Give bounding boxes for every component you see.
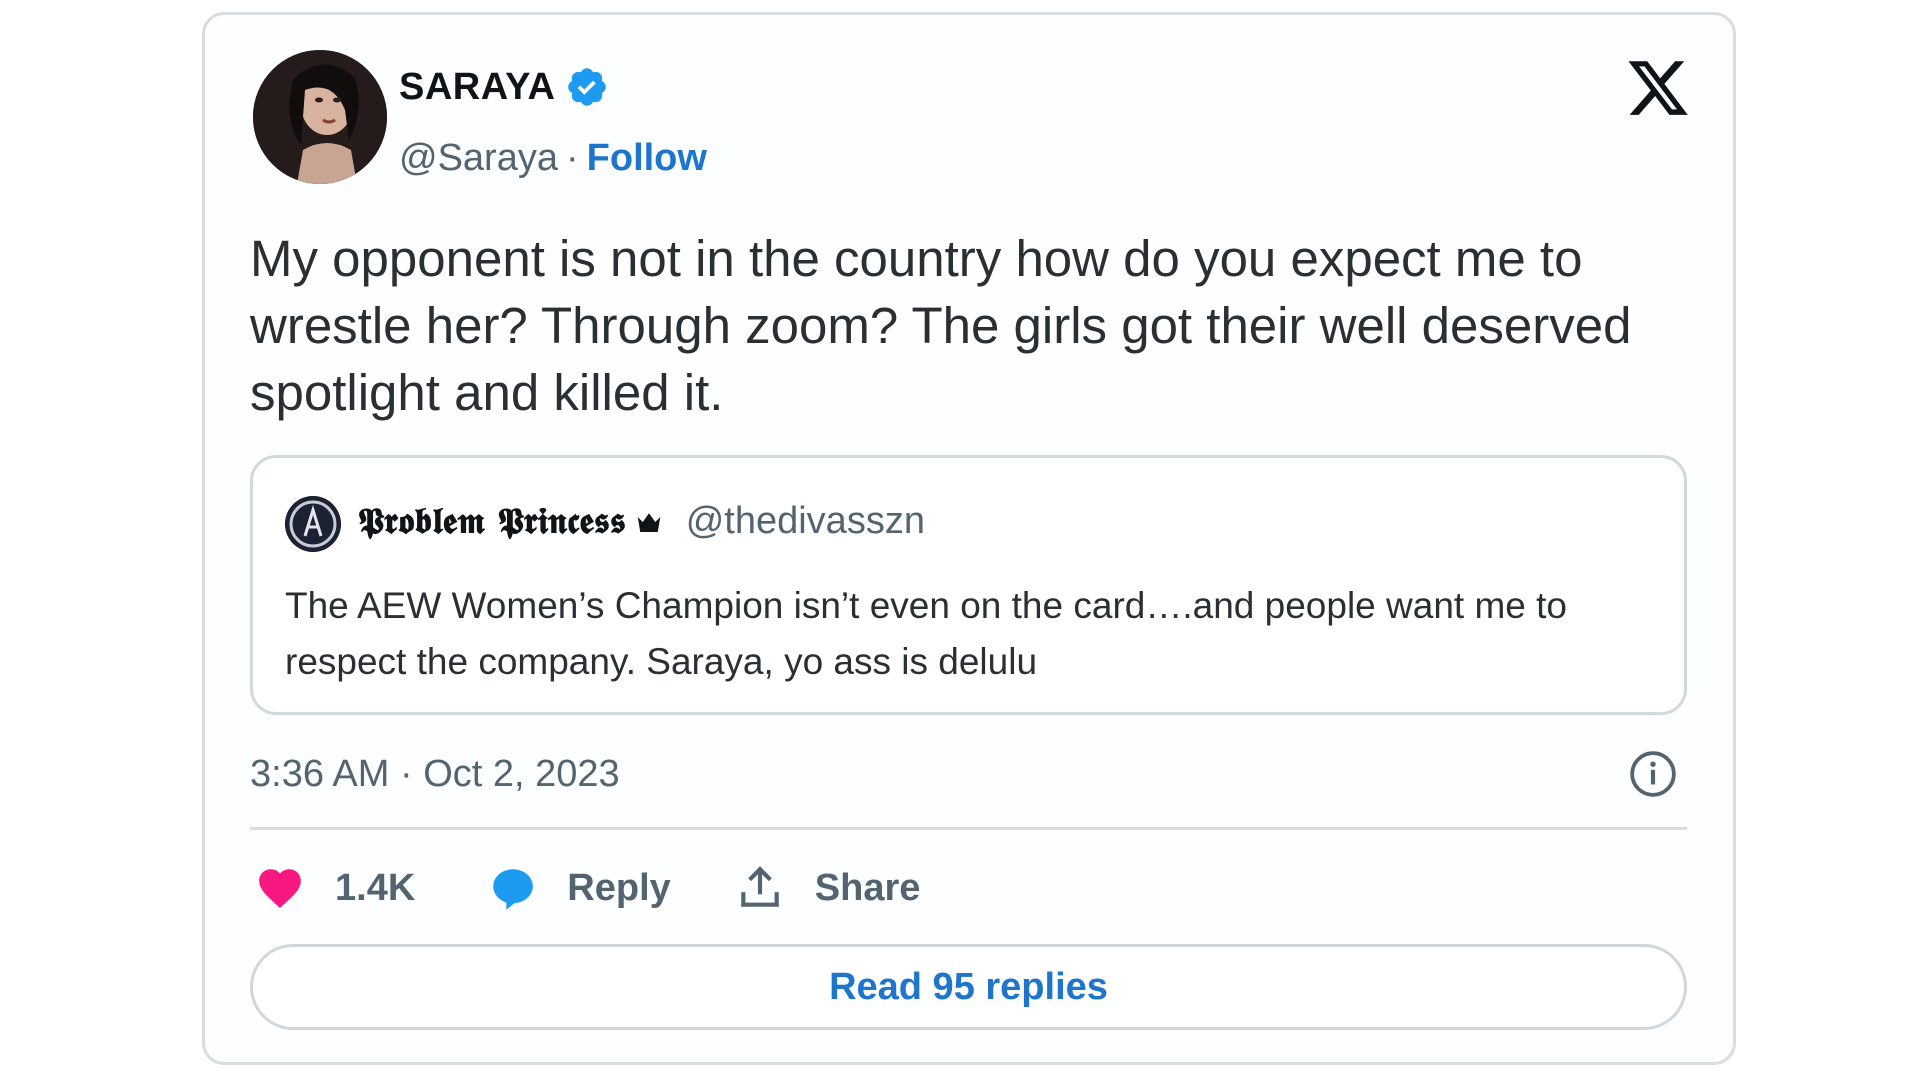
like-count: 1.4K — [335, 866, 416, 909]
share-icon — [741, 866, 779, 907]
reply-button[interactable]: Reply — [487, 863, 671, 913]
info-icon[interactable] — [1628, 749, 1678, 799]
share-button[interactable]: Share — [735, 863, 921, 913]
author-handle[interactable]: @Saraya — [399, 137, 558, 180]
quoted-author-avatar[interactable] — [285, 496, 341, 552]
heart-icon — [259, 869, 301, 908]
handle-separator: · — [565, 137, 579, 179]
divider — [250, 827, 1687, 830]
quoted-handle[interactable]: @thedivasszn — [686, 500, 925, 543]
tweet-text: My opponent is not in the country how do… — [250, 230, 1632, 421]
author-display-name[interactable]: SARAYA — [399, 66, 555, 109]
quoted-display-name[interactable]: 𝕻𝖗𝖔𝖇𝖑𝖊𝖒 𝕻𝖗𝖎𝖓𝖈𝖊𝖘𝖘 — [358, 500, 626, 543]
quoted-text: The AEW Women’s Champion isn’t even on t… — [285, 585, 1567, 682]
tweet-timestamp[interactable]: 3:36 AM · Oct 2, 2023 — [250, 753, 620, 796]
author-avatar[interactable] — [253, 50, 387, 184]
quoted-tweet[interactable]: 𝕻𝖗𝖔𝖇𝖑𝖊𝖒 𝕻𝖗𝖎𝖓𝖈𝖊𝖘𝖘 @thedivasszn The AEW Wo… — [250, 455, 1687, 715]
share-label: Share — [814, 866, 921, 909]
x-logo-icon[interactable] — [1623, 55, 1693, 121]
action-bar: 1.4K Reply Share — [255, 858, 920, 918]
follow-button[interactable]: Follow — [587, 137, 707, 180]
quoted-header: 𝕻𝖗𝖔𝖇𝖑𝖊𝖒 𝕻𝖗𝖎𝖓𝖈𝖊𝖘𝖘 @thedivasszn — [358, 500, 925, 543]
crown-icon — [637, 512, 660, 532]
verified-badge-icon — [568, 68, 607, 106]
author-handle-row: @Saraya · Follow — [399, 137, 707, 180]
like-button[interactable]: 1.4K — [255, 863, 415, 913]
reply-bubble-icon — [493, 869, 534, 910]
author-name-row: SARAYA — [399, 65, 609, 109]
tweet-embed-card: SARAYA @Saraya · Follow My opponent is n… — [202, 12, 1736, 1065]
read-replies-button[interactable]: Read 95 replies — [250, 944, 1687, 1030]
reply-label: Reply — [567, 866, 671, 909]
